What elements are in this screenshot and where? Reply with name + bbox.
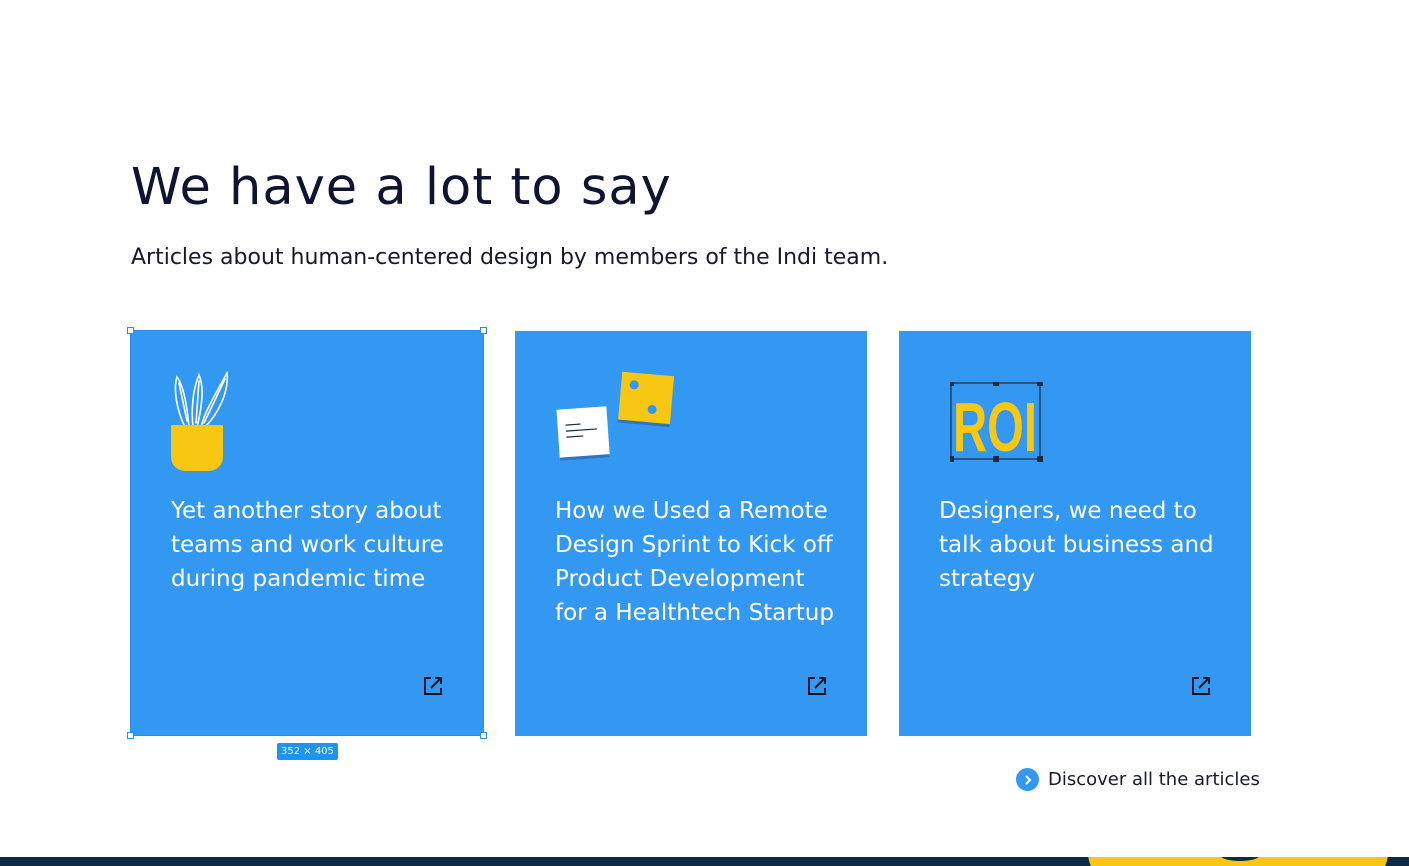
size-badge: 352 × 405 — [277, 743, 338, 760]
page: We have a lot to say Articles about huma… — [0, 0, 1409, 866]
article-card-2[interactable]: How we Used a Remote Design Sprint to Ki… — [515, 331, 867, 736]
article-title: Yet another story about teams and work c… — [171, 498, 444, 592]
footer-band — [0, 857, 1409, 866]
article-card-3[interactable]: ROI Designers, we need to talk about bus… — [899, 331, 1251, 736]
section-heading: We have a lot to say — [131, 158, 672, 217]
external-link-icon[interactable] — [806, 675, 828, 697]
external-link-icon[interactable] — [422, 675, 444, 697]
article-title: Designers, we need to talk about busines… — [939, 498, 1214, 592]
article-card-1[interactable]: Yet another story about teams and work c… — [131, 331, 483, 736]
sticky-notes-icon — [555, 371, 680, 465]
external-link-icon[interactable] — [1190, 675, 1212, 697]
discover-articles-link[interactable]: Discover all the articles — [1016, 768, 1260, 791]
chevron-right-icon — [1016, 768, 1039, 791]
section-subheading: Articles about human-centered design by … — [131, 245, 889, 270]
discover-label: Discover all the articles — [1048, 769, 1260, 790]
roi-text: ROI — [953, 388, 1037, 462]
roi-text-icon: ROI — [948, 380, 1044, 466]
article-title: How we Used a Remote Design Sprint to Ki… — [555, 498, 834, 626]
plant-pot-icon — [171, 370, 231, 475]
